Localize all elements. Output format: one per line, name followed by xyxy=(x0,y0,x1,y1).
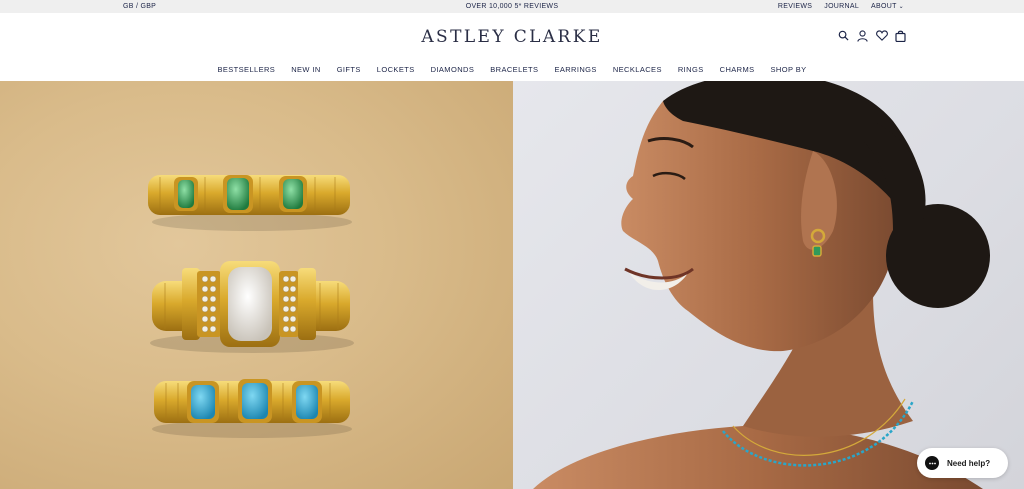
green-stone-ring xyxy=(148,175,352,231)
wishlist-icon[interactable] xyxy=(875,29,888,42)
nav-shop-by[interactable]: SHOP BY xyxy=(771,65,807,74)
nav-bracelets[interactable]: BRACELETS xyxy=(490,65,538,74)
nav-bestsellers[interactable]: BESTSELLERS xyxy=(217,65,275,74)
nav-diamonds[interactable]: DIAMONDS xyxy=(431,65,475,74)
header-icons xyxy=(837,29,907,42)
nav-gifts[interactable]: GIFTS xyxy=(337,65,361,74)
nav-rings[interactable]: RINGS xyxy=(678,65,704,74)
main-nav: BESTSELLERS NEW IN GIFTS LOCKETS DIAMOND… xyxy=(0,65,1024,74)
reviews-link[interactable]: REVIEWS xyxy=(778,3,812,10)
journal-link[interactable]: JOURNAL xyxy=(824,3,859,10)
chat-icon xyxy=(925,456,939,470)
account-icon[interactable] xyxy=(856,29,869,42)
nav-charms[interactable]: CHARMS xyxy=(720,65,755,74)
nav-lockets[interactable]: LOCKETS xyxy=(377,65,415,74)
nav-necklaces[interactable]: NECKLACES xyxy=(613,65,662,74)
hero-model-image[interactable] xyxy=(513,81,1024,489)
bag-icon[interactable] xyxy=(894,29,907,42)
about-link[interactable]: ABOUT ⌄ xyxy=(871,3,904,10)
hero-rings-image[interactable] xyxy=(0,81,513,489)
nav-earrings[interactable]: EARRINGS xyxy=(554,65,596,74)
announcement-bar: GB / GBP OVER 10,000 5* REVIEWS REVIEWS … xyxy=(0,0,1024,13)
model-portrait xyxy=(533,81,990,489)
site-header: ASTLEY CLARKE BESTSELLERS NEW IN GIFTS L… xyxy=(0,13,1024,81)
pearl-diamond-ring xyxy=(150,261,354,353)
turquoise-stone-ring xyxy=(152,379,352,438)
chevron-down-icon: ⌄ xyxy=(898,4,904,10)
topbar-links: REVIEWS JOURNAL ABOUT ⌄ xyxy=(778,3,904,10)
nav-new-in[interactable]: NEW IN xyxy=(291,65,320,74)
about-label: ABOUT xyxy=(871,3,897,10)
search-icon[interactable] xyxy=(837,29,850,42)
help-chat-button[interactable]: Need help? xyxy=(917,448,1008,478)
chat-label: Need help? xyxy=(947,458,991,468)
